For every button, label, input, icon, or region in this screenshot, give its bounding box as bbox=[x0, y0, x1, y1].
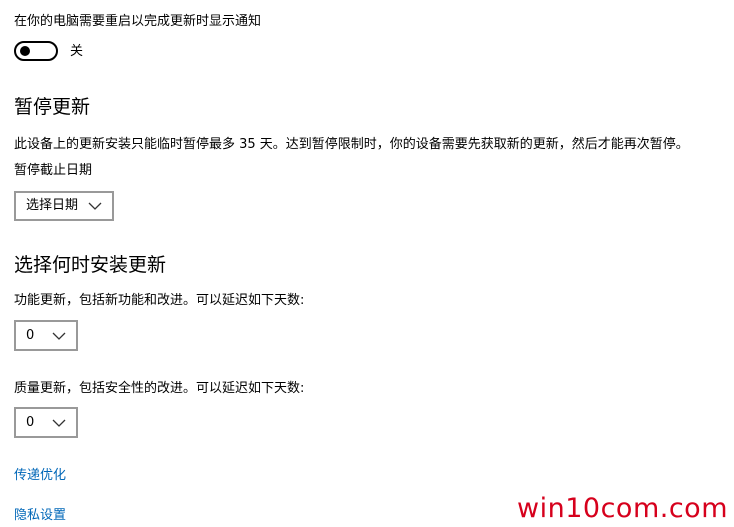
chevron-down-icon bbox=[86, 200, 104, 212]
feature-defer-dropdown[interactable]: 0 bbox=[14, 320, 78, 351]
pause-description: 此设备上的更新安装只能临时暂停最多 35 天。达到暂停限制时，你的设备需要先获取… bbox=[14, 137, 689, 152]
toggle-knob bbox=[20, 46, 30, 56]
privacy-settings-link[interactable]: 隐私设置 bbox=[14, 507, 66, 525]
delivery-optimization-link[interactable]: 传递优化 bbox=[14, 467, 66, 485]
quality-defer-value: 0 bbox=[26, 414, 35, 430]
quality-update-label: 质量更新，包括安全性的改进。可以延迟如下天数: bbox=[14, 381, 305, 396]
restart-notify-toggle[interactable] bbox=[14, 41, 58, 61]
watermark: win10com.com bbox=[517, 493, 728, 524]
pause-date-dropdown[interactable]: 选择日期 bbox=[14, 191, 114, 221]
feature-update-label: 功能更新，包括新功能和改进。可以延迟如下天数: bbox=[14, 293, 305, 308]
pause-date-label: 暂停截止日期 bbox=[14, 163, 93, 178]
chevron-down-icon bbox=[50, 330, 68, 342]
quality-defer-dropdown[interactable]: 0 bbox=[14, 407, 78, 438]
install-time-heading: 选择何时安装更新 bbox=[14, 254, 167, 276]
chevron-down-icon bbox=[50, 417, 68, 429]
pause-date-value: 选择日期 bbox=[26, 198, 79, 213]
pause-updates-heading: 暂停更新 bbox=[14, 96, 91, 118]
feature-defer-value: 0 bbox=[26, 327, 35, 343]
toggle-state-label: 关 bbox=[70, 44, 84, 59]
restart-notify-label: 在你的电脑需要重启以完成更新时显示通知 bbox=[14, 14, 262, 29]
